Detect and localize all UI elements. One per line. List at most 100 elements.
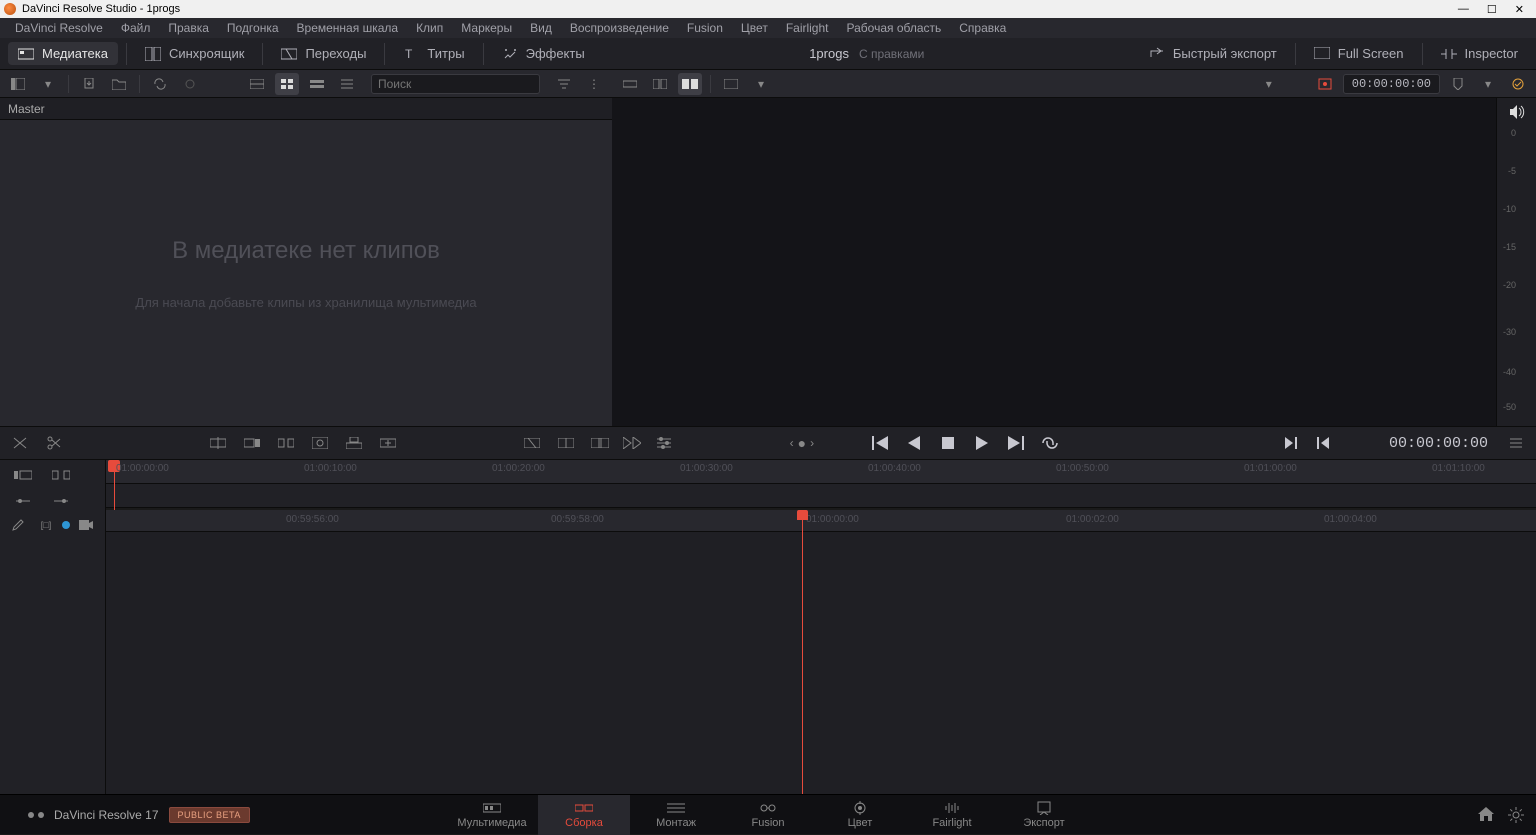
master-bin[interactable]: Master [0, 98, 612, 120]
toolbar-full-screen[interactable]: Full Screen [1304, 42, 1414, 65]
scissors-icon[interactable] [42, 432, 66, 454]
safe-area-icon[interactable] [1313, 73, 1337, 95]
timeline-options-icon[interactable] [652, 432, 676, 454]
split-icon[interactable] [8, 432, 32, 454]
loop-icon[interactable] [1038, 431, 1062, 455]
menu-файл[interactable]: Файл [112, 21, 160, 35]
jump-start-icon[interactable] [868, 431, 892, 455]
page-tab-цвет[interactable]: Цвет [814, 795, 906, 835]
main-playhead[interactable] [802, 510, 803, 794]
jog-control[interactable]: ‹●› [790, 435, 814, 451]
video-track-indicator[interactable] [62, 521, 70, 529]
thumbnail-view-icon[interactable] [275, 73, 299, 95]
menu-рабочая-область[interactable]: Рабочая область [838, 21, 951, 35]
source-overwrite-icon[interactable] [376, 432, 400, 454]
toolbar-эффекты[interactable]: Эффекты [492, 42, 595, 65]
append-icon[interactable] [240, 432, 264, 454]
stop-icon[interactable] [936, 431, 960, 455]
import-folder-icon[interactable] [107, 73, 131, 95]
search-box[interactable] [371, 74, 540, 94]
place-on-top-icon[interactable] [342, 432, 366, 454]
menu-правка[interactable]: Правка [159, 21, 218, 35]
viewer-timecode[interactable]: 00:00:00:00 [1343, 74, 1440, 94]
chevron-down-icon[interactable]: ▾ [749, 73, 773, 95]
page-tab-fairlight[interactable]: Fairlight [906, 795, 998, 835]
page-tab-монтаж[interactable]: Монтаж [630, 795, 722, 835]
menu-davinci-resolve[interactable]: DaVinci Resolve [6, 21, 112, 35]
bypass-fx-icon[interactable] [1506, 73, 1530, 95]
timeline-lock-icon[interactable] [6, 490, 40, 512]
page-tabs: DaVinci Resolve 17 PUBLIC BETA Мультимед… [0, 794, 1536, 834]
bin-view-icon[interactable] [6, 73, 30, 95]
play-icon[interactable] [970, 431, 994, 455]
menu-вид[interactable]: Вид [521, 21, 561, 35]
search-input[interactable] [378, 77, 533, 91]
jump-end-icon[interactable] [1004, 431, 1028, 455]
prev-clip-icon[interactable] [1311, 431, 1335, 455]
strip-view-icon[interactable] [305, 73, 329, 95]
viewer-panel[interactable] [612, 98, 1496, 426]
menu-клип[interactable]: Клип [407, 21, 452, 35]
timeline-menu-icon[interactable] [1504, 432, 1528, 454]
db-tick: -15 [1498, 242, 1516, 252]
page-tab-мультимедиа[interactable]: Мультимедиа [446, 795, 538, 835]
timeline-timecode[interactable]: 00:00:00:00 [1389, 435, 1488, 452]
metadata-view-icon[interactable] [245, 73, 269, 95]
audio-trim-icon[interactable]: [□] [34, 514, 58, 536]
maximize-button[interactable]: ☐ [1487, 3, 1497, 16]
chevron-down-icon[interactable]: ▾ [36, 73, 60, 95]
options-icon[interactable]: ⋮ [582, 73, 606, 95]
toolbar-медиатека[interactable]: Медиатека [8, 42, 118, 65]
page-tab-сборка[interactable]: Сборка [538, 795, 630, 835]
transition-icon[interactable] [520, 432, 544, 454]
dissolve-icon[interactable] [588, 432, 612, 454]
pencil-icon[interactable] [6, 514, 30, 536]
video-only-icon[interactable] [74, 514, 98, 536]
menu-справка[interactable]: Справка [950, 21, 1015, 35]
home-icon[interactable] [1478, 807, 1494, 823]
smart-insert-icon[interactable] [206, 432, 230, 454]
closeup-icon[interactable] [308, 432, 332, 454]
toolbar-быстрый-экспорт[interactable]: Быстрый экспорт [1139, 42, 1287, 65]
minimize-button[interactable]: — [1458, 3, 1469, 16]
menu-fusion[interactable]: Fusion [678, 21, 732, 35]
toolbar-титры[interactable]: TТитры [393, 42, 474, 65]
play-reverse-icon[interactable] [902, 431, 926, 455]
menu-маркеры[interactable]: Маркеры [452, 21, 521, 35]
viewer-mode-icon[interactable] [719, 73, 743, 95]
tools-icon[interactable] [678, 73, 702, 95]
settings-icon[interactable] [1508, 807, 1524, 823]
list-view-icon[interactable] [335, 73, 359, 95]
menu-цвет[interactable]: Цвет [732, 21, 777, 35]
speaker-icon[interactable] [1508, 104, 1526, 122]
menu-воспроизведение[interactable]: Воспроизведение [561, 21, 678, 35]
timeline-mode-a-icon[interactable] [6, 464, 40, 486]
page-tab-fusion[interactable]: Fusion [722, 795, 814, 835]
import-icon[interactable] [77, 73, 101, 95]
toolbar-синхроящик[interactable]: Синхроящик [135, 42, 254, 65]
menu-fairlight[interactable]: Fairlight [777, 21, 838, 35]
menu-подгонка[interactable]: Подгонка [218, 21, 288, 35]
toolbar-inspector[interactable]: Inspector [1431, 42, 1528, 65]
menu-временная-шкала[interactable]: Временная шкала [288, 21, 408, 35]
sync-icon[interactable] [148, 73, 172, 95]
boring-detector-icon[interactable] [618, 73, 642, 95]
chevron-down-icon[interactable]: ▾ [1257, 73, 1281, 95]
close-button[interactable]: ✕ [1515, 3, 1524, 16]
fast-review-icon[interactable] [620, 432, 644, 454]
page-tab-экспорт[interactable]: Экспорт [998, 795, 1090, 835]
cut-icon[interactable] [554, 432, 578, 454]
reframe-icon[interactable] [648, 73, 672, 95]
sort-icon[interactable] [552, 73, 576, 95]
chevron-down-icon[interactable]: ▾ [1476, 73, 1500, 95]
timeline-snap-icon[interactable] [44, 490, 78, 512]
toolbar-переходы[interactable]: Переходы [271, 42, 376, 65]
marker-icon[interactable] [1446, 73, 1470, 95]
timeline-area[interactable]: 00:59:56:0000:59:58:0001:00:00:0001:00:0… [106, 510, 1536, 794]
next-clip-icon[interactable] [1279, 431, 1303, 455]
ripple-icon[interactable] [274, 432, 298, 454]
resolve-fx-icon[interactable] [178, 73, 202, 95]
upper-timeline-track[interactable] [106, 484, 1536, 508]
timeline-mode-b-icon[interactable] [44, 464, 78, 486]
upper-timeline-ruler[interactable]: 01:00:00:0001:00:10:0001:00:20:0001:00:3… [106, 460, 1536, 484]
